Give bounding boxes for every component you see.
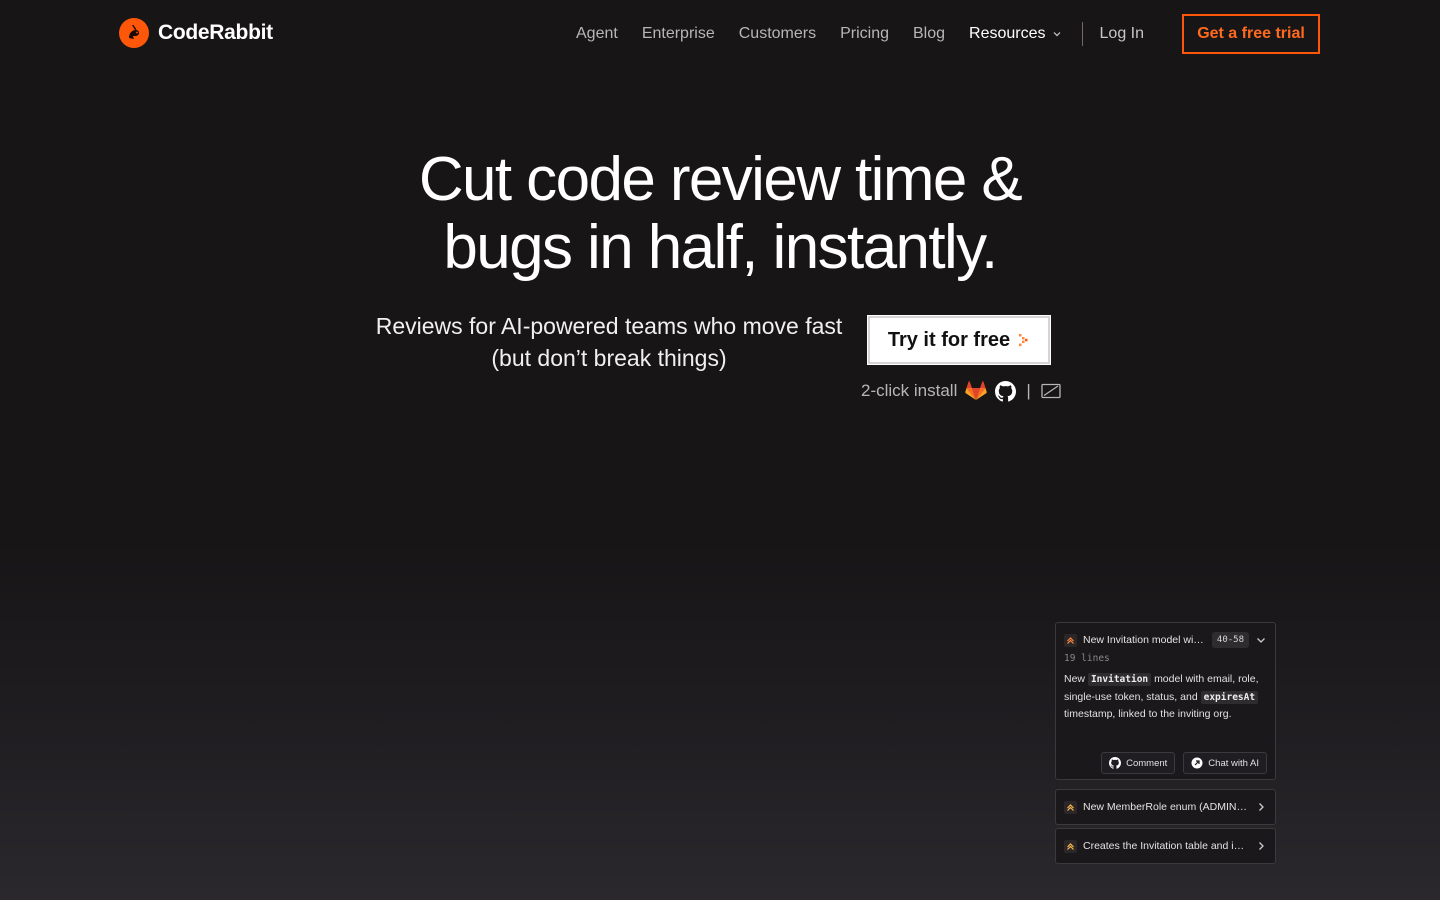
chat-with-ai-label: Chat with AI	[1208, 757, 1259, 769]
hero-title-line1: Cut code review time &	[418, 145, 1023, 214]
desc-suffix: timestamp, linked to the inviting org.	[1064, 708, 1232, 720]
nav-link-blog[interactable]: Blog	[913, 25, 945, 43]
nav-link-agent[interactable]: Agent	[576, 25, 618, 43]
nav-links: Agent Enterprise Customers Pricing Blog …	[576, 22, 1162, 46]
nav-resources-label: Resources	[969, 25, 1046, 42]
coderabbit-mini-icon	[1064, 633, 1077, 647]
line-range-tag: 40-58	[1211, 632, 1249, 648]
install-label: 2-click install	[861, 381, 958, 400]
gitlab-icon[interactable]	[965, 381, 988, 401]
try-it-free-label: Try it for free	[887, 328, 1011, 351]
azure-devops-icon[interactable]	[1041, 383, 1061, 399]
review-card-collapsed[interactable]: New MemberRole enum (ADMIN, MEMBER)	[1055, 789, 1276, 825]
github-icon	[1109, 757, 1122, 769]
top-nav: CodeRabbit Agent Enterprise Customers Pr…	[0, 0, 1440, 68]
install-separator: |	[1026, 381, 1031, 400]
review-card-header[interactable]: New Invitation model with email, role, t…	[1056, 623, 1275, 657]
try-it-free-button[interactable]: Try it for free	[867, 315, 1051, 365]
nav-resources-dropdown[interactable]: Resources	[969, 25, 1061, 43]
review-card-title: New MemberRole enum (ADMIN, MEMBER)	[1083, 801, 1249, 813]
get-free-trial-button[interactable]: Get a free trial	[1182, 14, 1320, 54]
review-card-collapsed[interactable]: Creates the Invitation table and indexes	[1055, 828, 1276, 864]
review-card-actions: Comment Chat with AI	[1101, 752, 1267, 774]
coderabbit-mini-icon	[1064, 839, 1077, 853]
comment-label: Comment	[1126, 757, 1168, 769]
review-card-title: New Invitation model with email, role, t…	[1083, 634, 1206, 646]
nav-link-pricing[interactable]: Pricing	[840, 25, 889, 43]
chevron-down-icon	[1052, 29, 1062, 39]
hero-title: Cut code review time & bugs in half, ins…	[0, 146, 1440, 282]
lines-count: 19 lines	[1064, 653, 1110, 664]
nav-divider	[1081, 22, 1083, 46]
desc-code-invitation: Invitation	[1087, 673, 1152, 686]
coderabbit-mini-icon	[1064, 800, 1077, 814]
review-card-title: Creates the Invitation table and indexes	[1083, 840, 1249, 852]
review-card-row[interactable]: New MemberRole enum (ADMIN, MEMBER)	[1056, 790, 1275, 824]
review-card-description: New Invitation model with email, role, s…	[1056, 667, 1275, 724]
comment-button[interactable]: Comment	[1101, 752, 1176, 774]
nav-link-customers[interactable]: Customers	[739, 25, 816, 43]
desc-prefix: New	[1064, 673, 1086, 685]
chevron-right-icon	[1255, 801, 1267, 813]
chevron-down-icon[interactable]	[1255, 634, 1267, 646]
chevron-right-icon	[1255, 840, 1267, 852]
chat-with-ai-button[interactable]: Chat with AI	[1183, 752, 1267, 774]
login-link[interactable]: Log In	[1100, 25, 1144, 43]
arrow-right-icon	[1018, 333, 1030, 347]
github-icon[interactable]	[995, 380, 1017, 402]
nav-link-enterprise[interactable]: Enterprise	[642, 25, 715, 43]
brand-name: CodeRabbit	[158, 21, 273, 44]
install-row: 2-click install |	[861, 378, 1061, 404]
ai-chat-icon	[1191, 757, 1203, 769]
review-card-expanded: New Invitation model with email, role, t…	[1055, 622, 1276, 780]
hero-subtitle: Reviews for AI-powered teams who move fa…	[375, 313, 843, 371]
brand-logo[interactable]: CodeRabbit	[119, 18, 273, 48]
hero-title-line2: bugs in half, instantly.	[443, 213, 998, 282]
rabbit-logo-icon	[119, 18, 149, 48]
desc-code-expiresat: expiresAt	[1200, 690, 1259, 704]
review-card-row[interactable]: Creates the Invitation table and indexes	[1056, 829, 1275, 863]
